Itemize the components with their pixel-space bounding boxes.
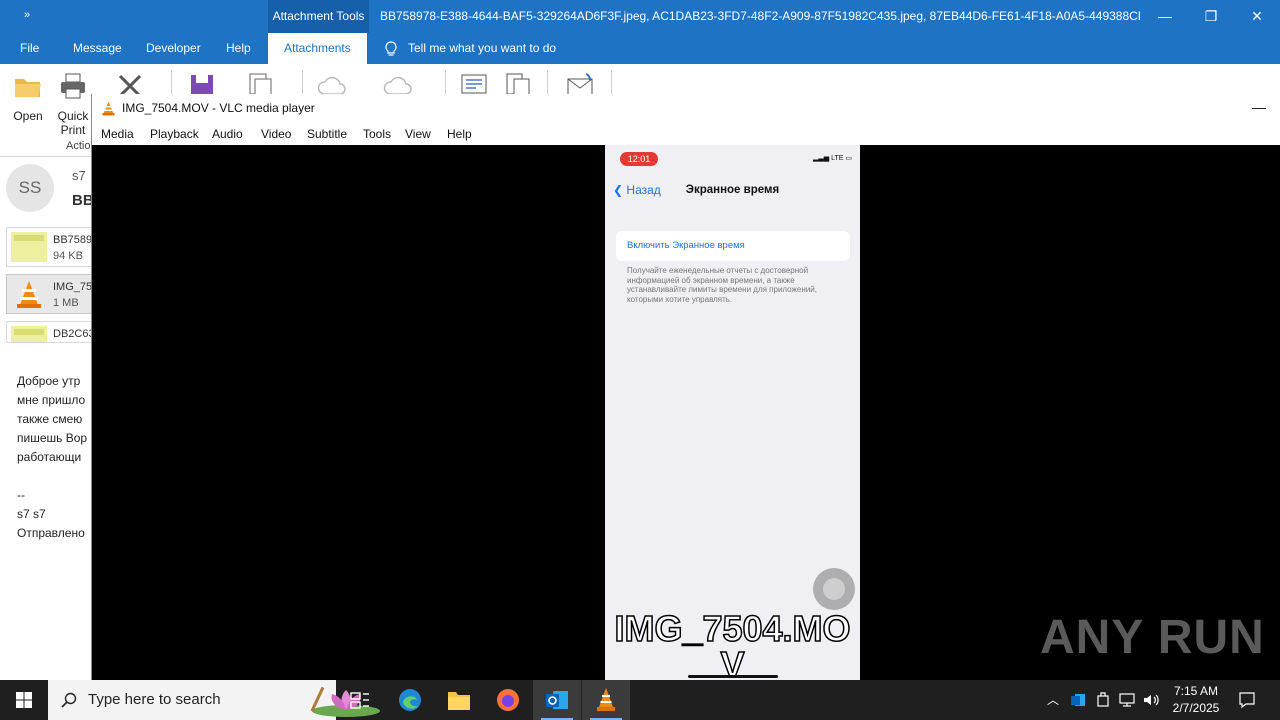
vlc-title-bar: IMG_7504.MOV - VLC media player — bbox=[92, 94, 1280, 123]
clock-date: 2/7/2025 bbox=[1172, 701, 1220, 715]
firefox-icon bbox=[497, 689, 519, 711]
close-button[interactable]: ✕ bbox=[1234, 0, 1280, 33]
tab-developer[interactable]: Developer bbox=[146, 33, 201, 64]
tab-message[interactable]: Message bbox=[73, 33, 122, 64]
body-line: Доброе утр bbox=[17, 374, 81, 388]
signature-name: s7 s7 bbox=[17, 507, 46, 521]
outlook-icon bbox=[546, 691, 568, 709]
quick-label: Quick bbox=[57, 109, 89, 123]
vlc-icon bbox=[597, 688, 615, 711]
enable-screen-time-label: Включить Экранное время bbox=[627, 240, 745, 251]
firefox-button[interactable] bbox=[484, 680, 532, 720]
vlc-cone-icon bbox=[17, 281, 41, 308]
vlc-menu-bar: Media Playback Audio Video Subtitle Tool… bbox=[92, 123, 1280, 145]
phone-clock: 12:01 bbox=[620, 152, 658, 166]
chevron-right-double-icon[interactable]: » bbox=[24, 9, 30, 21]
body-line: пишешь Вор bbox=[17, 431, 88, 445]
tab-attachments[interactable]: Attachments bbox=[268, 33, 367, 64]
network-icon[interactable] bbox=[1118, 692, 1136, 708]
open-button[interactable]: Open bbox=[10, 70, 46, 123]
attachment-name: BB7589 bbox=[53, 234, 93, 246]
assistive-touch-icon bbox=[813, 568, 855, 610]
vlc-window: IMG_7504.MOV - VLC media player — Media … bbox=[91, 94, 1280, 680]
body-line: мне пришло bbox=[17, 393, 86, 407]
tab-help[interactable]: Help bbox=[226, 33, 251, 64]
attachment-size: 1 MB bbox=[53, 297, 79, 309]
taskbar-search-box[interactable]: Type here to search bbox=[48, 680, 380, 720]
outlook-button[interactable] bbox=[533, 680, 581, 720]
tell-me-box[interactable]: Tell me what you want to do bbox=[384, 33, 556, 64]
lightbulb-icon bbox=[385, 40, 397, 56]
window-title: BB758978-E388-4644-BAF5-329264AD6F3F.jpe… bbox=[380, 9, 1140, 23]
vlc-minimize-button[interactable]: — bbox=[1252, 94, 1266, 121]
menu-subtitle[interactable]: Subtitle bbox=[307, 123, 347, 145]
battery-icon: ▭ bbox=[845, 155, 852, 162]
file-explorer-button[interactable] bbox=[435, 680, 483, 720]
signature-separator: -- bbox=[17, 488, 25, 502]
attachment-tools-context-label: Attachment Tools bbox=[268, 0, 369, 33]
restore-button[interactable]: ❐ bbox=[1188, 0, 1234, 33]
anyrun-watermark: ANY RUN bbox=[1040, 611, 1265, 664]
search-placeholder: Type here to search bbox=[88, 691, 221, 708]
windows-icon bbox=[16, 692, 32, 708]
video-frame[interactable]: 12:01 ▂▃▅ LTE ▭ ❮ Назад Экранное время В… bbox=[605, 145, 860, 680]
printer-icon bbox=[61, 73, 85, 99]
menu-view[interactable]: View bbox=[405, 123, 431, 145]
signature-sent-from: Отправлено bbox=[17, 526, 85, 540]
vlc-window-title: IMG_7504.MOV - VLC media player bbox=[122, 101, 315, 115]
image-thumbnail-icon bbox=[11, 326, 47, 342]
edge-button[interactable] bbox=[386, 680, 434, 720]
system-clock[interactable]: 7:15 AM 2/7/2025 bbox=[1166, 683, 1226, 717]
menu-help[interactable]: Help bbox=[447, 123, 472, 145]
video-filename-overlay: IMG_7504.MOV bbox=[614, 608, 852, 680]
sender-name[interactable]: s7 bbox=[72, 168, 86, 183]
menu-audio[interactable]: Audio bbox=[212, 123, 243, 145]
menu-playback[interactable]: Playback bbox=[150, 123, 199, 145]
enable-screen-time-card: Включить Экранное время bbox=[616, 231, 850, 261]
ribbon-tabs: File Message Developer Help Attachments … bbox=[0, 33, 1280, 64]
tell-me-text: Tell me what you want to do bbox=[408, 41, 557, 55]
taskbar: Type here to search ︿ 7:15 AM 2/7/2025 bbox=[0, 680, 1280, 720]
menu-video[interactable]: Video bbox=[261, 123, 291, 145]
vlc-button[interactable] bbox=[582, 680, 630, 720]
print-label: Print bbox=[60, 123, 86, 137]
chevron-up-icon[interactable]: ︿ bbox=[1047, 680, 1059, 720]
task-view-button[interactable] bbox=[336, 680, 384, 720]
outlook-title-bar: » Attachment Tools BB758978-E388-4644-BA… bbox=[0, 0, 1280, 33]
outlook-tray-icon[interactable] bbox=[1070, 692, 1086, 708]
quick-print-button[interactable]: Quick Print bbox=[54, 70, 92, 137]
attachment-size: 94 KB bbox=[53, 250, 83, 262]
volume-icon[interactable] bbox=[1142, 692, 1160, 708]
search-icon bbox=[61, 692, 77, 708]
minimize-button[interactable]: — bbox=[1142, 0, 1188, 33]
menu-tools[interactable]: Tools bbox=[363, 123, 391, 145]
device-icon[interactable] bbox=[1096, 692, 1110, 708]
image-thumbnail-icon bbox=[11, 232, 47, 262]
vlc-icon bbox=[102, 101, 115, 116]
attachment-name: DB2C63 bbox=[53, 328, 95, 340]
task-view-icon bbox=[350, 692, 369, 709]
notifications-icon[interactable] bbox=[1238, 691, 1256, 709]
network-label: LTE bbox=[831, 155, 844, 162]
phone-status-bar: ▂▃▅ LTE ▭ bbox=[813, 154, 852, 162]
clock-time: 7:15 AM bbox=[1173, 684, 1219, 698]
folder-open-icon bbox=[15, 79, 41, 97]
signal-icon: ▂▃▅ bbox=[812, 155, 830, 162]
file-explorer-icon bbox=[448, 692, 470, 710]
actions-group-label: Actio bbox=[66, 140, 91, 152]
screen-title: Экранное время bbox=[685, 184, 780, 196]
home-indicator bbox=[688, 675, 778, 678]
screen-time-description: Получайте еженедельные отчеты с достовер… bbox=[627, 266, 817, 304]
body-line: также смею bbox=[17, 412, 83, 426]
body-line: работающи bbox=[17, 450, 82, 464]
avatar: SS bbox=[6, 164, 54, 212]
open-label: Open bbox=[13, 109, 43, 123]
start-button[interactable] bbox=[0, 680, 48, 720]
menu-media[interactable]: Media bbox=[101, 123, 134, 145]
tab-file[interactable]: File bbox=[20, 33, 39, 64]
edge-icon bbox=[399, 689, 421, 711]
attachment-name: IMG_75 bbox=[53, 281, 93, 293]
